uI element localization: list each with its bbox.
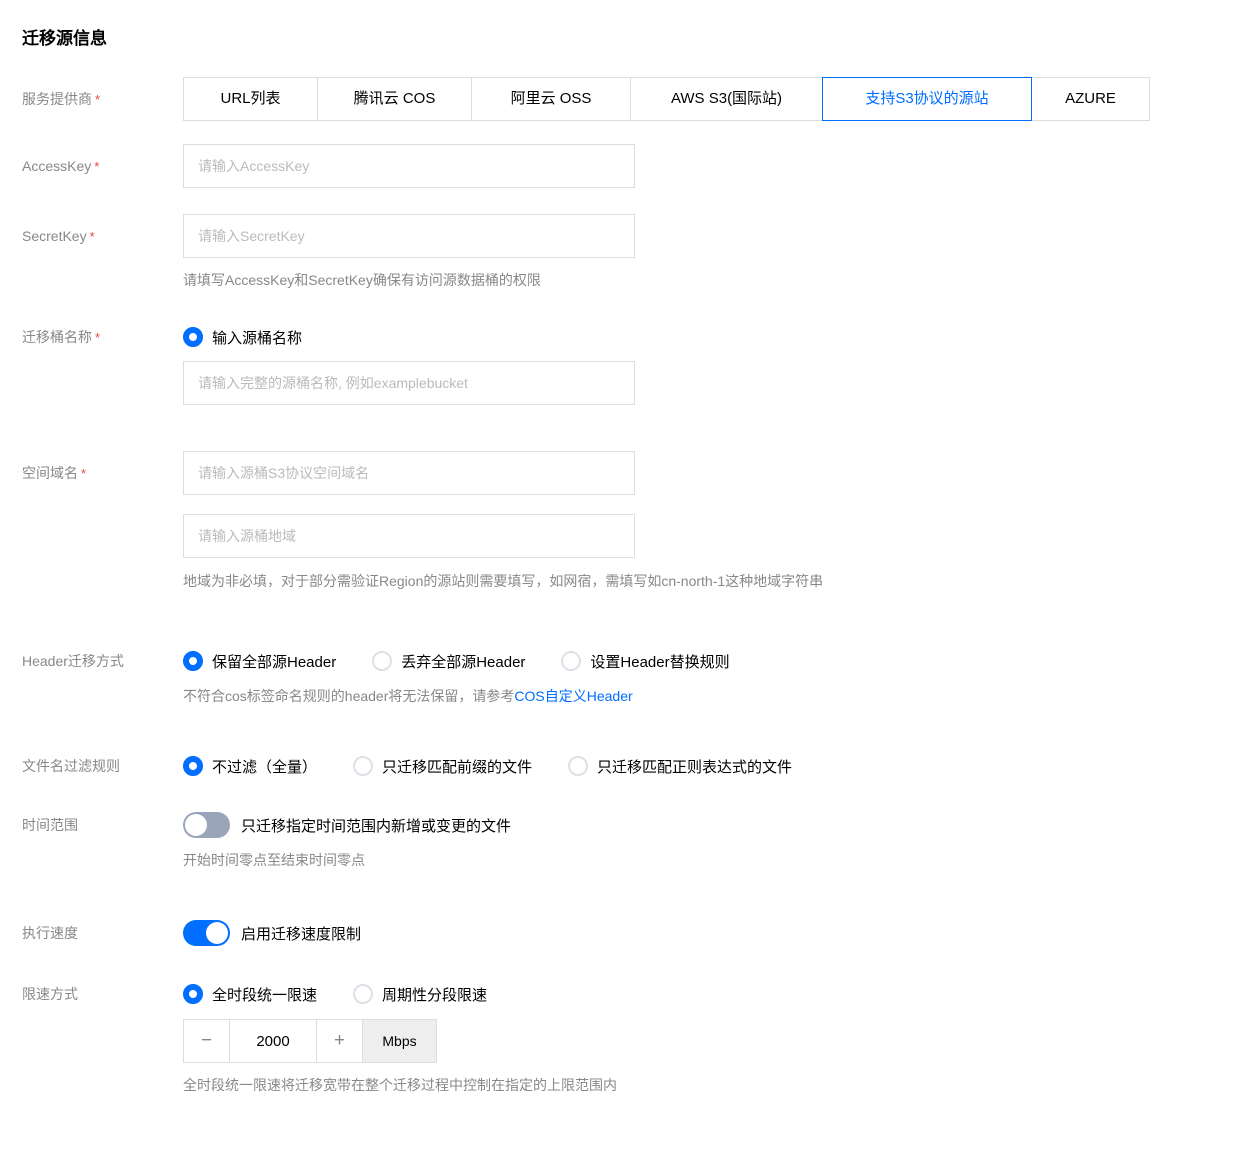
radio-keep-all-headers[interactable]: 保留全部源Header xyxy=(183,651,336,672)
filename-filter-label: 文件名过滤规则 xyxy=(22,758,120,774)
header-mode-row: Header迁移方式 保留全部源Header 丢弃全部源Header 设置Hea… xyxy=(22,649,1243,706)
tab-s3-compatible[interactable]: 支持S3协议的源站 xyxy=(822,77,1032,121)
radio-selected-icon xyxy=(183,984,203,1004)
domain-help: 地域为非必填，对于部分需验证Region的源站则需要填写，如网宿，需填写如cn-… xyxy=(183,573,824,589)
radio-uniform-limit[interactable]: 全时段统一限速 xyxy=(183,984,317,1005)
radio-unselected-icon xyxy=(353,756,374,776)
header-mode-radio-group: 保留全部源Header 丢弃全部源Header 设置Header替换规则 xyxy=(183,649,730,673)
required-asterisk: * xyxy=(95,92,101,107)
tab-tencent-cos[interactable]: 腾讯云 COS xyxy=(317,77,472,121)
bucket-name-radio-group: 输入源桶名称 xyxy=(183,325,635,349)
provider-row: 服务提供商 * URL列表 腾讯云 COS 阿里云 OSS AWS S3(国际站)… xyxy=(22,77,1243,122)
speed-limit-mode-row: 限速方式 全时段统一限速 周期性分段限速 − + Mbps xyxy=(22,982,1243,1095)
required-asterisk: * xyxy=(95,330,101,345)
stepper-plus-button[interactable]: + xyxy=(317,1020,362,1062)
radio-selected-icon xyxy=(183,327,203,347)
migration-source-form: 迁移源信息 服务提供商 * URL列表 腾讯云 COS 阿里云 OSS AWS S… xyxy=(0,0,1243,1095)
radio-set-header-rules[interactable]: 设置Header替换规则 xyxy=(561,651,730,672)
bandwidth-stepper: − + Mbps xyxy=(183,1019,437,1063)
time-range-toggle-label: 只迁移指定时间范围内新增或变更的文件 xyxy=(241,817,512,835)
tab-azure[interactable]: AZURE xyxy=(1031,77,1150,121)
filename-filter-radio-group: 不过滤（全量） 只迁移匹配前缀的文件 只迁移匹配正则表达式的文件 xyxy=(183,754,792,778)
required-asterisk: * xyxy=(94,159,100,174)
header-mode-help: 不符合cos标签命名规则的header将无法保留，请参考COS自定义Header xyxy=(183,688,633,704)
radio-discard-all-headers[interactable]: 丢弃全部源Header xyxy=(372,651,525,672)
bandwidth-unit: Mbps xyxy=(362,1020,436,1062)
tab-aws-s3[interactable]: AWS S3(国际站) xyxy=(630,77,823,121)
speed-limit-help: 全时段统一限速将迁移宽带在整个迁移过程中控制在指定的上限范围内 xyxy=(183,1077,617,1093)
toggle-knob-icon xyxy=(185,814,207,836)
tab-url-list[interactable]: URL列表 xyxy=(183,77,318,121)
secretkey-row: SecretKey* 请填写AccessKey和SecretKey确保有访问源数… xyxy=(22,214,1243,290)
speed-limit-radio-group: 全时段统一限速 周期性分段限速 xyxy=(183,982,617,1006)
domain-endpoint-input[interactable] xyxy=(183,451,635,495)
radio-unselected-icon xyxy=(372,651,393,671)
domain-label: 空间域名 * xyxy=(22,465,87,481)
secretkey-input[interactable] xyxy=(183,214,635,258)
bucket-name-row: 迁移桶名称 * 输入源桶名称 xyxy=(22,325,1243,405)
radio-no-filter[interactable]: 不过滤（全量） xyxy=(183,756,317,777)
time-range-label: 时间范围 xyxy=(22,817,78,833)
radio-regex-filter[interactable]: 只迁移匹配正则表达式的文件 xyxy=(568,756,792,777)
provider-label: 服务提供商 * xyxy=(22,91,101,107)
radio-unselected-icon xyxy=(561,651,582,671)
radio-unselected-icon xyxy=(353,984,374,1004)
stepper-minus-button[interactable]: − xyxy=(184,1020,229,1062)
toggle-knob-icon xyxy=(206,922,228,944)
speed-limit-mode-label: 限速方式 xyxy=(22,986,78,1002)
radio-selected-icon xyxy=(183,651,203,671)
required-asterisk: * xyxy=(89,229,95,244)
bucket-name-label: 迁移桶名称 * xyxy=(22,329,101,345)
radio-unselected-icon xyxy=(568,756,589,776)
radio-selected-icon xyxy=(183,756,203,776)
accesskey-row: AccessKey * xyxy=(22,144,1243,189)
speed-toggle-label: 启用迁移速度限制 xyxy=(241,925,362,943)
accesskey-label: AccessKey * xyxy=(22,158,100,174)
page-title: 迁移源信息 xyxy=(22,29,107,48)
bucket-name-input[interactable] xyxy=(183,361,635,405)
speed-label: 执行速度 xyxy=(22,925,78,941)
tab-aliyun-oss[interactable]: 阿里云 OSS xyxy=(471,77,631,121)
domain-row: 空间域名* 地域为非必填，对于部分需验证Region的源站则需要填写，如网宿，需… xyxy=(22,451,1243,591)
radio-enter-source-bucket[interactable]: 输入源桶名称 xyxy=(183,327,302,348)
radio-prefix-filter[interactable]: 只迁移匹配前缀的文件 xyxy=(353,756,532,777)
provider-tabs: URL列表 腾讯云 COS 阿里云 OSS AWS S3(国际站) 支持S3协议… xyxy=(183,77,1150,121)
time-range-help: 开始时间零点至结束时间零点 xyxy=(183,852,365,868)
cos-custom-header-link[interactable]: COS自定义Header xyxy=(514,688,632,704)
speed-row: 执行速度 启用迁移速度限制 xyxy=(22,920,1243,946)
accesskey-input[interactable] xyxy=(183,144,635,188)
domain-region-input[interactable] xyxy=(183,514,635,558)
required-asterisk: * xyxy=(81,466,87,481)
secretkey-help: 请填写AccessKey和SecretKey确保有访问源数据桶的权限 xyxy=(183,272,541,288)
time-range-toggle[interactable] xyxy=(183,812,230,838)
radio-periodic-limit[interactable]: 周期性分段限速 xyxy=(353,984,487,1005)
filename-filter-row: 文件名过滤规则 不过滤（全量） 只迁移匹配前缀的文件 只迁移匹配正则表达式的文件 xyxy=(22,754,1243,778)
speed-limit-toggle[interactable] xyxy=(183,920,230,946)
bandwidth-value-input[interactable] xyxy=(229,1020,317,1062)
time-range-row: 时间范围 只迁移指定时间范围内新增或变更的文件 开始时间零点至结束时间零点 xyxy=(22,812,1243,870)
header-mode-label: Header迁移方式 xyxy=(22,653,124,669)
secretkey-label: SecretKey * xyxy=(22,228,95,244)
